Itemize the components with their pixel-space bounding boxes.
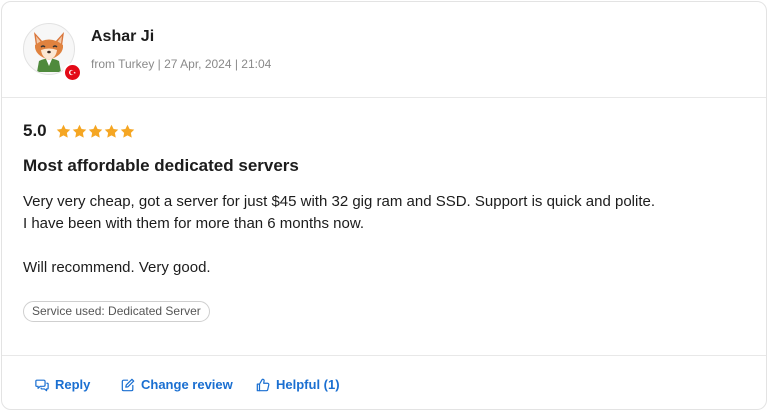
review-header: Ashar Ji from Turkey | 27 Apr, 2024 | 21… bbox=[2, 2, 766, 98]
star-icon bbox=[120, 124, 134, 138]
reviewer-meta: from Turkey | 27 Apr, 2024 | 21:04 bbox=[91, 57, 272, 71]
reply-button[interactable]: Reply bbox=[35, 377, 90, 392]
reviewer-name: Ashar Ji bbox=[91, 28, 155, 45]
turkey-flag-icon bbox=[63, 63, 82, 82]
thumbs-up-icon bbox=[256, 378, 270, 391]
helpful-button[interactable]: Helpful (1) bbox=[256, 377, 340, 392]
star-icon bbox=[104, 124, 118, 138]
reply-icon bbox=[35, 379, 49, 391]
helpful-label: Helpful (1) bbox=[276, 377, 340, 392]
rating-row: 5.0 bbox=[23, 121, 135, 141]
change-review-label: Change review bbox=[141, 377, 233, 392]
star-icon bbox=[88, 124, 102, 138]
star-rating bbox=[56, 124, 135, 139]
reply-label: Reply bbox=[55, 377, 91, 392]
review-body: Very very cheap, got a server for just $… bbox=[23, 191, 655, 279]
review-line: I have been with them for more than 6 mo… bbox=[23, 215, 365, 232]
reviewer-avatar bbox=[23, 23, 82, 82]
review-card: Ashar Ji from Turkey | 27 Apr, 2024 | 21… bbox=[1, 1, 767, 410]
star-icon bbox=[56, 124, 70, 138]
change-review-button[interactable]: Change review bbox=[121, 377, 233, 392]
review-line: Very very cheap, got a server for just $… bbox=[23, 193, 655, 210]
service-used-tag: Service used: Dedicated Server bbox=[23, 301, 210, 322]
review-line: Will recommend. Very good. bbox=[23, 259, 211, 276]
review-actions: Reply Change review Helpful (1) bbox=[2, 355, 766, 409]
edit-icon bbox=[121, 378, 135, 391]
rating-value: 5.0 bbox=[23, 121, 47, 140]
star-icon bbox=[72, 124, 86, 138]
review-title: Most affordable dedicated servers bbox=[23, 156, 299, 175]
